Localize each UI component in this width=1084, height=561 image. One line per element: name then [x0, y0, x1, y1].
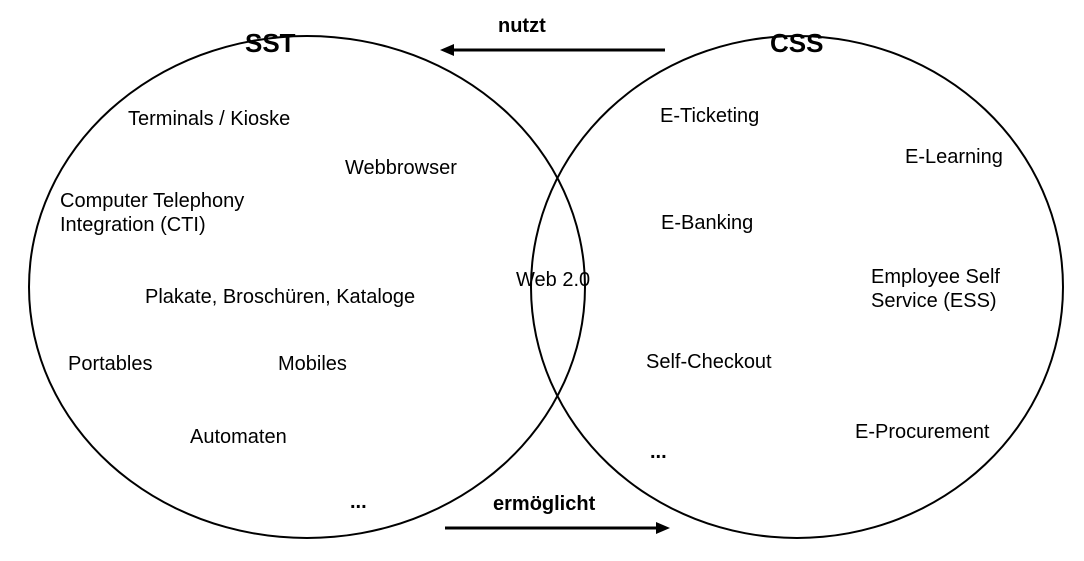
label-sst-more: ... — [350, 490, 367, 514]
label-ess: Employee Self Service (ESS) — [871, 265, 1021, 313]
label-eticketing: E-Ticketing — [660, 104, 759, 128]
label-nutzt: nutzt — [498, 14, 546, 38]
label-automaten: Automaten — [190, 425, 287, 449]
label-webbrowser: Webbrowser — [345, 156, 457, 180]
label-ebanking: E-Banking — [661, 211, 753, 235]
label-web20: Web 2.0 — [516, 268, 590, 292]
label-ermoeglicht: ermöglicht — [493, 492, 595, 516]
arrow-nutzt — [440, 40, 670, 60]
label-plakate: Plakate, Broschüren, Kataloge — [145, 285, 415, 309]
label-selfcheckout: Self-Checkout — [646, 350, 772, 374]
title-css: CSS — [770, 28, 823, 59]
label-elearning: E-Learning — [905, 145, 1003, 169]
label-eprocurement: E-Procurement — [855, 420, 990, 444]
venn-diagram: SST CSS nutzt ermöglicht Web 2.0 Termina… — [0, 0, 1084, 561]
label-css-more: ... — [650, 440, 667, 464]
label-terminals: Terminals / Kioske — [128, 107, 290, 131]
label-portables: Portables — [68, 352, 153, 376]
label-mobiles: Mobiles — [278, 352, 347, 376]
label-cti: Computer Telephony Integration (CTI) — [60, 189, 260, 237]
arrow-ermoeglicht — [440, 518, 670, 538]
title-sst: SST — [245, 28, 296, 59]
